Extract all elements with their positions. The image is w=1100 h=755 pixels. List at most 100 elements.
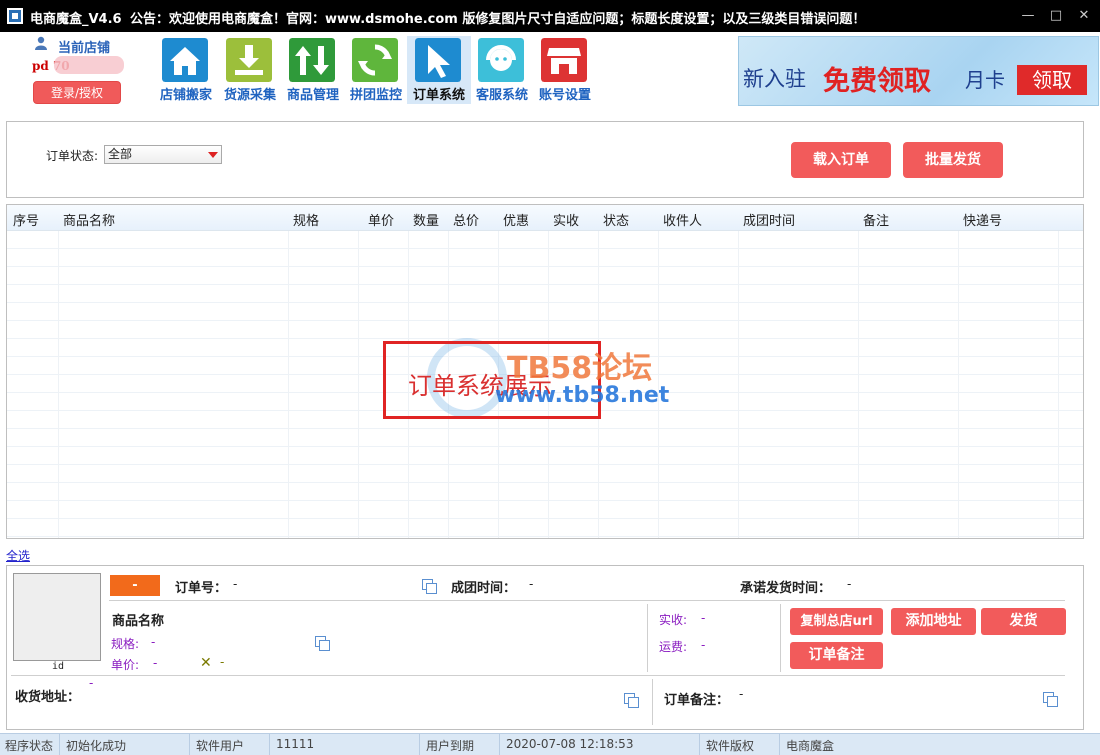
- app-logo-icon: [7, 8, 23, 24]
- order-remark-value: -: [739, 687, 744, 701]
- column-header-discount[interactable]: 优惠: [503, 210, 529, 229]
- divider: [652, 679, 653, 725]
- thumbnail-id: id: [52, 661, 65, 672]
- watermark-brand: TB58论坛: [507, 351, 653, 386]
- banner-claim-button[interactable]: 领取: [1017, 65, 1087, 95]
- paid-value: -: [701, 611, 706, 625]
- copy-remark-icon[interactable]: [1043, 692, 1058, 707]
- title-bar: 电商魔盒_V4.6 公告：欢迎使用电商魔盒！官网：www.dsmohe.com …: [0, 0, 1100, 32]
- status-separator: [189, 734, 190, 755]
- divider: [11, 675, 1065, 676]
- ship-button[interactable]: 发货: [981, 608, 1066, 635]
- divider: [647, 604, 648, 672]
- order-status-label: 订单状态:: [46, 149, 99, 163]
- divider: [780, 604, 781, 672]
- quantity-value: -: [220, 655, 225, 669]
- freight-label: 运费:: [659, 640, 688, 654]
- column-header-group-time[interactable]: 成团时间: [743, 210, 795, 229]
- shipping-address-label: 收货地址：: [15, 690, 81, 705]
- column-header-unit-price[interactable]: 单价: [368, 210, 394, 229]
- dropdown-arrow-icon: [208, 152, 218, 158]
- banner-text-new: 新入驻: [743, 67, 806, 91]
- filter-panel: 订单状态: 全部 载入订单 批量发货: [6, 121, 1084, 198]
- login-button[interactable]: 登录/授权: [33, 81, 121, 104]
- order-status-select[interactable]: 全部: [104, 145, 222, 164]
- column-header-recipient[interactable]: 收件人: [663, 210, 702, 229]
- status-separator: [779, 734, 780, 755]
- status-separator: [699, 734, 700, 755]
- tool-account-settings[interactable]: 账号设置: [533, 36, 597, 104]
- cursor-icon: [415, 38, 461, 82]
- column-divider: [58, 231, 59, 538]
- product-thumbnail: [13, 573, 101, 661]
- expire-label: 用户到期: [426, 739, 475, 753]
- current-shop-panel: 当前店铺 pd 70 登录/授权: [30, 34, 140, 106]
- column-divider: [1058, 231, 1059, 538]
- tool-label: 货源采集: [223, 88, 276, 103]
- order-remark-button[interactable]: 订单备注: [790, 642, 883, 669]
- status-separator: [499, 734, 500, 755]
- app-title: 电商魔盒_V4.6: [30, 12, 122, 27]
- column-header-index[interactable]: 序号: [13, 210, 39, 229]
- column-divider: [858, 231, 859, 538]
- column-header-product-name[interactable]: 商品名称: [63, 210, 115, 229]
- column-header-quantity[interactable]: 数量: [413, 210, 439, 229]
- spec-value: -: [151, 635, 156, 649]
- column-header-tracking[interactable]: 快递号: [963, 210, 1002, 229]
- copy-spec-icon[interactable]: [315, 636, 330, 651]
- tool-label: 拼团监控: [349, 88, 402, 103]
- unit-price-value: -: [153, 656, 158, 670]
- updown-arrows-icon: [289, 38, 335, 82]
- multiply-icon: ✕: [200, 655, 212, 671]
- banner-text-free: 免费领取: [823, 66, 931, 97]
- download-icon: [226, 38, 272, 82]
- column-header-paid[interactable]: 实收: [553, 210, 579, 229]
- copy-address-icon[interactable]: [624, 693, 639, 708]
- tool-service-system[interactable]: 客服系统: [470, 36, 534, 104]
- tool-product-manage[interactable]: 商品管理: [281, 36, 345, 104]
- current-shop-label: 当前店铺: [58, 41, 111, 56]
- paid-label: 实收:: [659, 613, 688, 627]
- column-header-total[interactable]: 总价: [453, 210, 479, 229]
- promo-banner[interactable]: 新入驻 免费领取 月卡 领取: [738, 36, 1099, 106]
- status-separator: [59, 734, 60, 755]
- select-all-link[interactable]: 全选: [6, 547, 30, 564]
- column-header-remark[interactable]: 备注: [863, 210, 889, 229]
- tool-label: 订单系统: [412, 88, 465, 103]
- close-button[interactable]: ✕: [1074, 6, 1094, 26]
- column-divider: [738, 231, 739, 538]
- column-divider: [288, 231, 289, 538]
- status-separator: [269, 734, 270, 755]
- tool-group-monitor[interactable]: 拼团监控: [344, 36, 408, 104]
- tool-shop-move[interactable]: 店铺搬家: [154, 36, 218, 104]
- tool-label: 客服系统: [475, 88, 528, 103]
- batch-ship-button[interactable]: 批量发货: [903, 142, 1003, 178]
- order-status-badge: -: [110, 575, 160, 596]
- column-header-spec[interactable]: 规格: [293, 210, 319, 229]
- load-orders-button[interactable]: 载入订单: [791, 142, 891, 178]
- watermark-url: www.tb58.net: [495, 383, 670, 408]
- unit-price-label: 单价:: [111, 658, 140, 672]
- tool-label: 店铺搬家: [159, 88, 212, 103]
- copyright-value: 电商魔盒: [786, 739, 835, 753]
- group-time-value: -: [529, 577, 534, 591]
- copy-store-url-button[interactable]: 复制总店url: [790, 608, 883, 635]
- tool-source-collect[interactable]: 货源采集: [218, 36, 282, 104]
- tool-label: 商品管理: [286, 88, 339, 103]
- headset-icon: [478, 38, 524, 82]
- user-icon: [35, 36, 47, 50]
- user-label: 软件用户: [196, 739, 245, 753]
- table-header: 序号 商品名称 规格 单价 数量 总价 优惠 实收 状态 收件人 成团时间 备注…: [7, 205, 1083, 231]
- divider: [109, 600, 1065, 601]
- tool-order-system[interactable]: 订单系统: [407, 36, 471, 104]
- order-table[interactable]: 序号 商品名称 规格 单价 数量 总价 优惠 实收 状态 收件人 成团时间 备注…: [6, 204, 1084, 539]
- column-header-status[interactable]: 状态: [603, 210, 629, 229]
- add-address-button[interactable]: 添加地址: [891, 608, 976, 635]
- status-separator: [419, 734, 420, 755]
- copy-order-no-icon[interactable]: [422, 579, 437, 594]
- freight-value: -: [701, 638, 706, 652]
- minimize-button[interactable]: —: [1018, 6, 1038, 26]
- maximize-button[interactable]: □: [1046, 6, 1066, 26]
- home-icon: [162, 38, 208, 82]
- group-time-label: 成团时间：: [451, 581, 517, 596]
